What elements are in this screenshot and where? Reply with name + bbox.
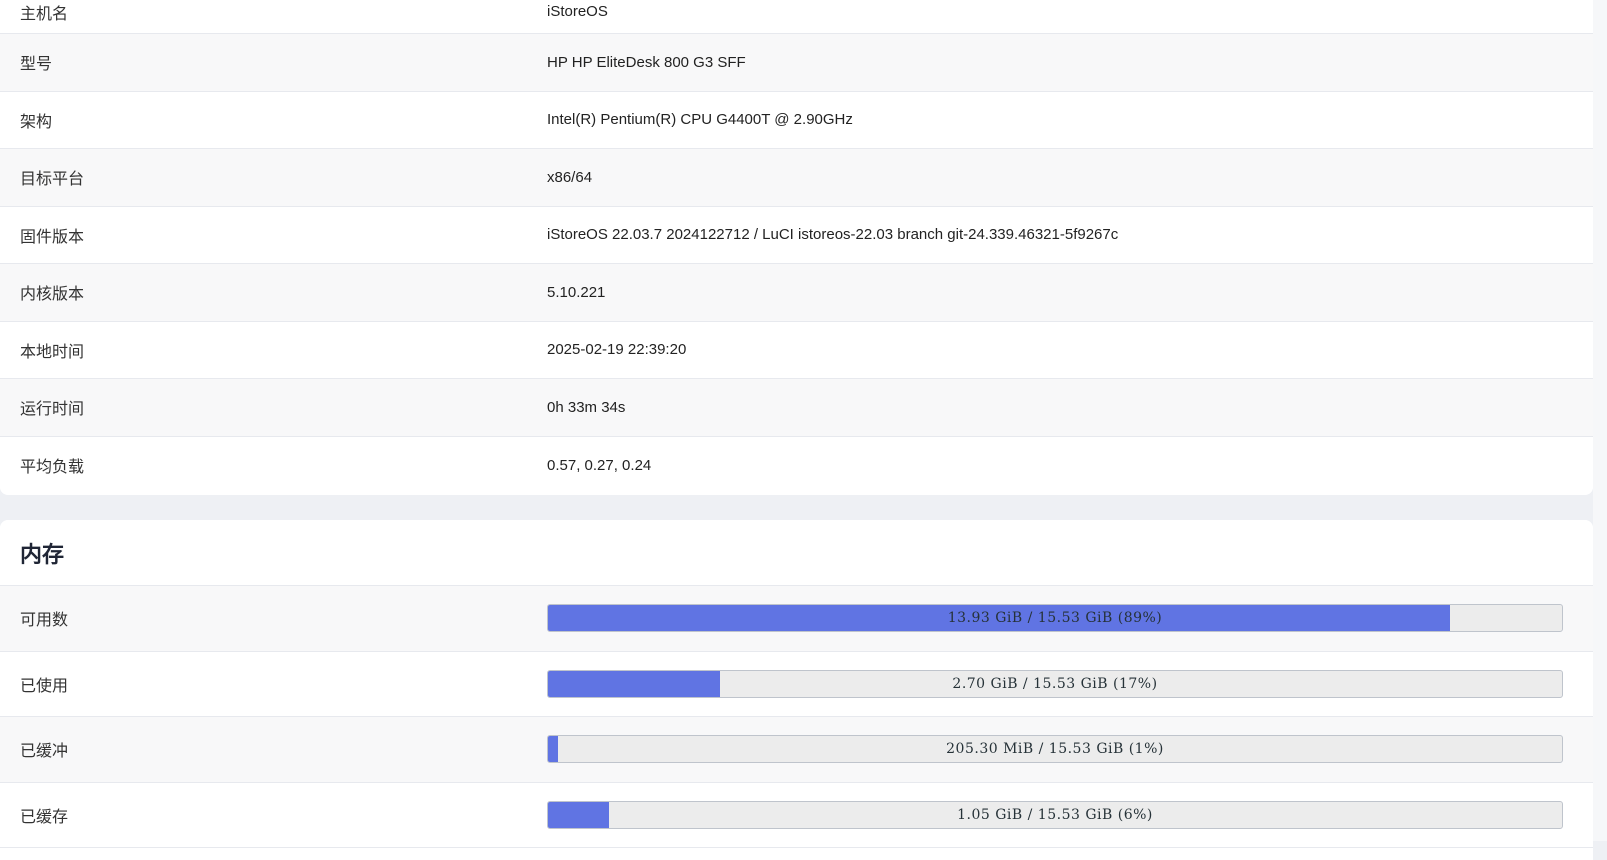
load-average-label: 平均负载 bbox=[20, 459, 85, 477]
load-average-value: 0.57, 0.27, 0.24 bbox=[547, 456, 652, 474]
model-label: 型号 bbox=[20, 56, 53, 74]
memory-cached-label: 已缓存 bbox=[20, 808, 69, 826]
memory-cached-progress: 1.05 GiB / 15.53 GiB (6%) bbox=[547, 800, 1563, 829]
architecture-row: 架构 Intel(R) Pentium(R) CPU G4400T @ 2.90… bbox=[0, 91, 1593, 149]
architecture-label: 架构 bbox=[20, 113, 53, 131]
memory-available-row: 可用数 13.93 GiB / 15.53 GiB (89%) bbox=[0, 586, 1593, 652]
memory-buffered-progress: 205.30 MiB / 15.53 GiB (1%) bbox=[547, 735, 1563, 764]
hostname-row: 主机名 iStoreOS bbox=[0, 0, 1593, 34]
memory-title: 内存 bbox=[0, 520, 1593, 586]
system-status-card: 主机名 iStoreOS 型号 HP HP EliteDesk 800 G3 S… bbox=[0, 0, 1593, 495]
target-platform-label: 目标平台 bbox=[20, 171, 85, 189]
hostname-label: 主机名 bbox=[20, 5, 69, 23]
uptime-label: 运行时间 bbox=[20, 401, 85, 419]
firmware-version-value: iStoreOS 22.03.7 2024122712 / LuCI istor… bbox=[547, 226, 1119, 244]
target-platform-row: 目标平台 x86/64 bbox=[0, 149, 1593, 207]
kernel-version-row: 内核版本 5.10.221 bbox=[0, 264, 1593, 322]
local-time-value: 2025-02-19 22:39:20 bbox=[547, 341, 687, 359]
page-scrollbar[interactable] bbox=[1593, 0, 1607, 841]
local-time-label: 本地时间 bbox=[20, 343, 85, 361]
memory-available-label: 可用数 bbox=[20, 612, 69, 630]
memory-used-progress: 2.70 GiB / 15.53 GiB (17%) bbox=[547, 669, 1563, 698]
target-platform-value: x86/64 bbox=[547, 168, 593, 186]
kernel-version-label: 内核版本 bbox=[20, 286, 85, 304]
architecture-value: Intel(R) Pentium(R) CPU G4400T @ 2.90GHz bbox=[547, 111, 853, 129]
memory-used-row: 已使用 2.70 GiB / 15.53 GiB (17%) bbox=[0, 651, 1593, 717]
uptime-row: 运行时间 0h 33m 34s bbox=[0, 379, 1593, 437]
uptime-value: 0h 33m 34s bbox=[547, 398, 626, 416]
firmware-version-row: 固件版本 iStoreOS 22.03.7 2024122712 / LuCI … bbox=[0, 206, 1593, 264]
local-time-row: 本地时间 2025-02-19 22:39:20 bbox=[0, 321, 1593, 379]
memory-available-progress: 13.93 GiB / 15.53 GiB (89%) bbox=[547, 604, 1563, 633]
memory-available-text: 13.93 GiB / 15.53 GiB (89%) bbox=[947, 610, 1163, 627]
kernel-version-value: 5.10.221 bbox=[547, 283, 606, 301]
memory-used-text: 2.70 GiB / 15.53 GiB (17%) bbox=[952, 675, 1158, 692]
memory-used-label: 已使用 bbox=[20, 677, 69, 695]
hostname-value: iStoreOS bbox=[547, 3, 608, 20]
firmware-version-label: 固件版本 bbox=[20, 228, 85, 246]
memory-buffered-label: 已缓冲 bbox=[20, 743, 69, 761]
memory-buffered-text: 205.30 MiB / 15.53 GiB (1%) bbox=[946, 741, 1164, 758]
model-row: 型号 HP HP EliteDesk 800 G3 SFF bbox=[0, 34, 1593, 92]
memory-cached-text: 1.05 GiB / 15.53 GiB (6%) bbox=[957, 806, 1153, 823]
model-value: HP HP EliteDesk 800 G3 SFF bbox=[547, 53, 746, 71]
memory-card: 内存 可用数 13.93 GiB / 15.53 GiB (89%) 已使用 2… bbox=[0, 520, 1593, 860]
memory-buffered-row: 已缓冲 205.30 MiB / 15.53 GiB (1%) bbox=[0, 717, 1593, 783]
load-average-row: 平均负载 0.57, 0.27, 0.24 bbox=[0, 436, 1593, 494]
memory-cached-row: 已缓存 1.05 GiB / 15.53 GiB (6%) bbox=[0, 782, 1593, 848]
